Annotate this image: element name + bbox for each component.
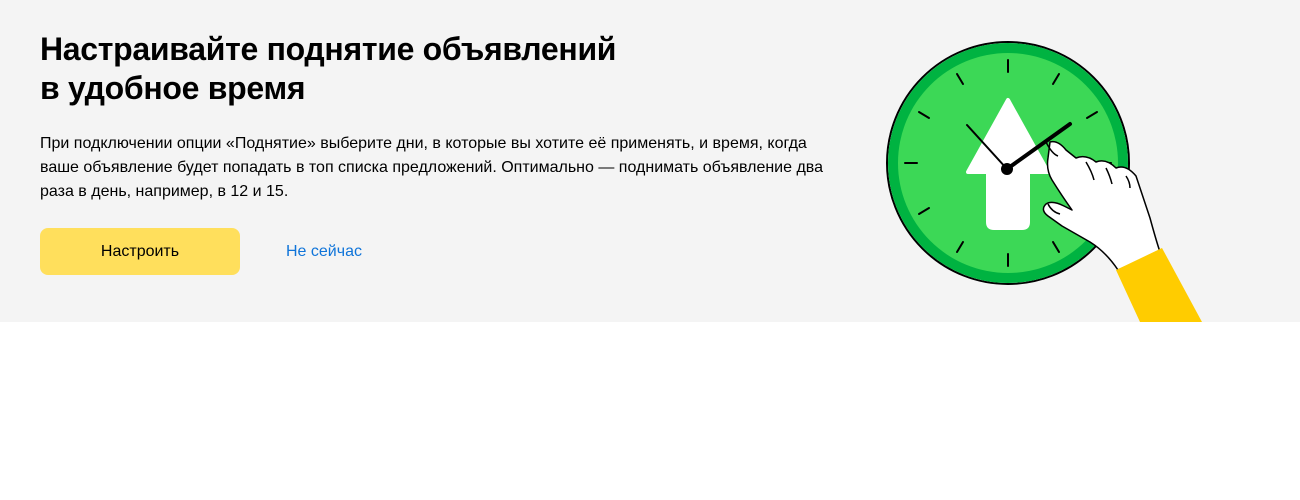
banner-actions: Настроить Не сейчас (40, 228, 362, 275)
not-now-link[interactable]: Не сейчас (286, 243, 362, 261)
configure-button[interactable]: Настроить (40, 228, 240, 275)
banner-title: Настраивайте поднятие объявлений в удобно… (40, 30, 850, 108)
promo-banner: Настраивайте поднятие объявлений в удобно… (0, 0, 1300, 322)
banner-description: При подключении опции «Поднятие» выберит… (40, 135, 824, 200)
banner-title-line-1: Настраивайте поднятие объявлений (40, 31, 617, 67)
banner-content: Настраивайте поднятие объявлений в удобно… (40, 30, 850, 204)
banner-title-line-2: в удобное время (40, 70, 306, 106)
boost-schedule-illustration (886, 41, 1202, 322)
